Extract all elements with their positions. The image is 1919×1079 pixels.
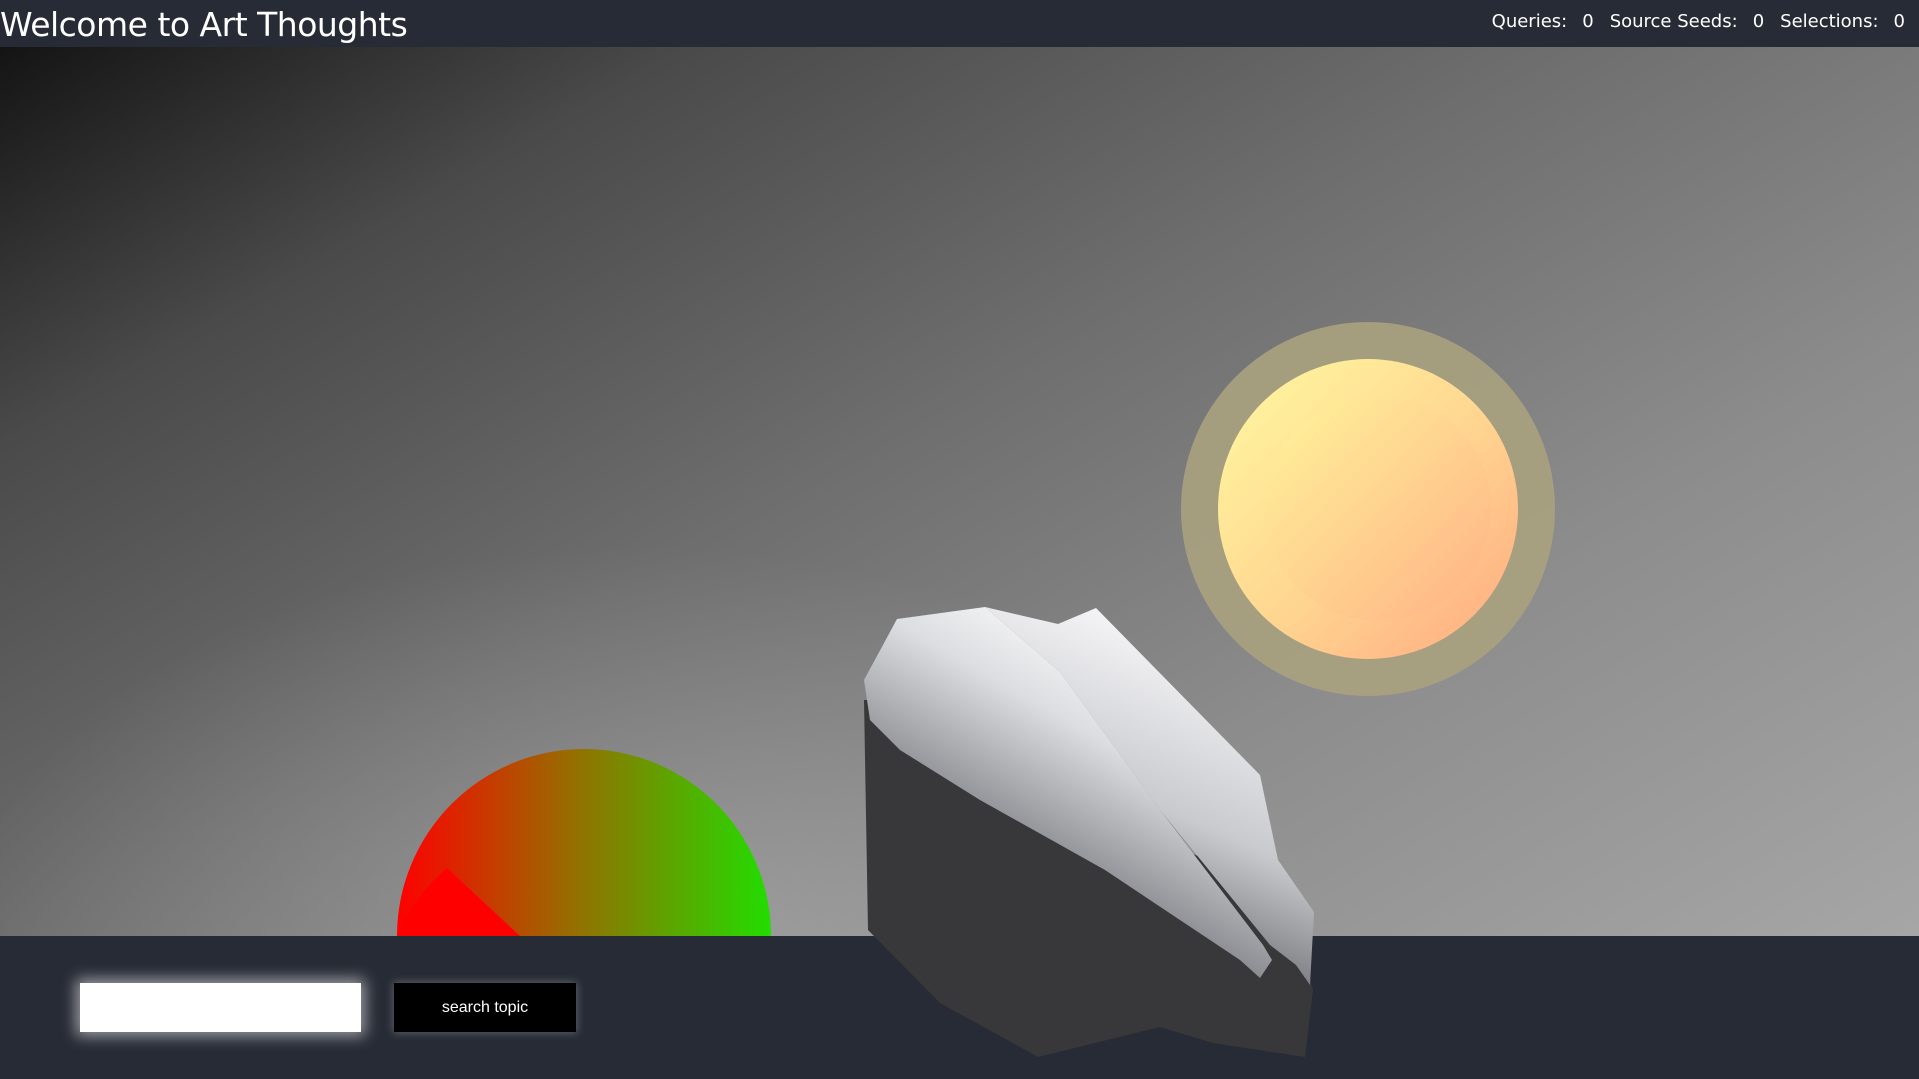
bottom-bar: search topic	[0, 936, 1919, 1079]
app-title: Welcome to Art Thoughts	[0, 5, 408, 44]
search-input[interactable]	[80, 983, 361, 1032]
stat-source-seeds: Source Seeds: 0	[1610, 10, 1764, 34]
stat-selections-label: Selections:	[1780, 11, 1879, 32]
scene-svg	[397, 322, 1555, 936]
stat-queries-value: 0	[1582, 11, 1594, 32]
stat-source-seeds-label: Source Seeds:	[1609, 11, 1738, 32]
stat-selections: Selections: 0	[1780, 10, 1905, 34]
stats-panel: Queries: 0 Source Seeds: 0 Selections: 0	[1476, 10, 1905, 34]
top-bar: Welcome to Art Thoughts Queries: 0 Sourc…	[0, 0, 1919, 47]
sun-shape	[1181, 322, 1555, 696]
stat-queries-label: Queries:	[1491, 11, 1568, 32]
stat-selections-value: 0	[1893, 11, 1905, 32]
search-topic-button[interactable]: search topic	[394, 983, 576, 1032]
art-canvas[interactable]	[0, 47, 1919, 936]
stat-queries: Queries: 0	[1492, 10, 1594, 34]
color-dome-shape	[397, 749, 771, 936]
stat-source-seeds-value: 0	[1752, 11, 1765, 32]
